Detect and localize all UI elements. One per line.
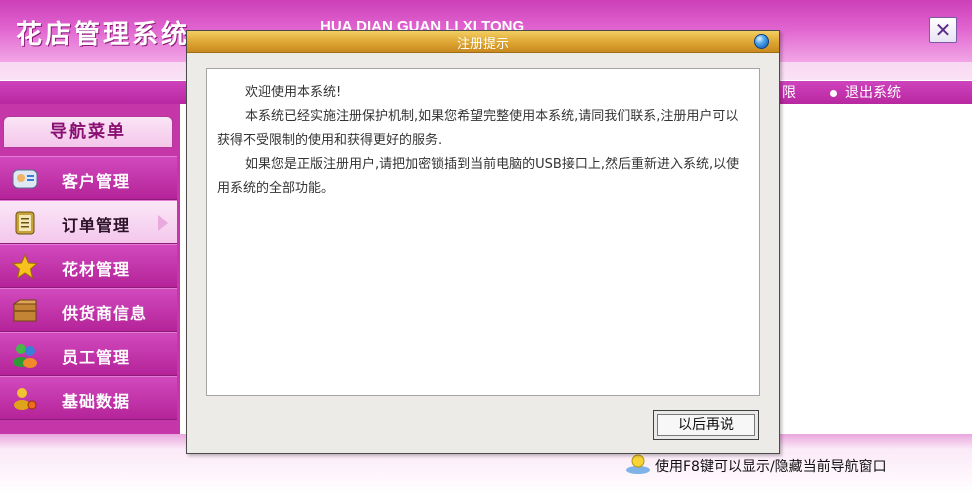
sidebar-item-customers[interactable]: 客户管理 xyxy=(0,156,177,200)
sidebar-item-staff[interactable]: 员工管理 xyxy=(0,332,177,376)
close-button[interactable]: ✕ xyxy=(929,17,957,43)
sidebar-item-suppliers[interactable]: 供货商信息 xyxy=(0,288,177,332)
sidebar-item-basic-data[interactable]: 基础数据 xyxy=(0,376,177,420)
dialog-paragraph: 本系统已经实施注册保护机制,如果您希望完整使用本系统,请同我们联系,注册用户可以… xyxy=(217,109,739,148)
sidebar-item-label: 供货商信息 xyxy=(62,304,148,323)
close-icon: ✕ xyxy=(934,18,952,42)
later-button-label: 以后再说 xyxy=(657,414,755,436)
sidebar-item-label: 客户管理 xyxy=(62,172,131,191)
users-icon xyxy=(13,344,37,368)
dialog-orb-icon[interactable] xyxy=(754,34,769,49)
box-icon xyxy=(12,299,37,322)
menu-item-permissions[interactable]: 限 xyxy=(782,81,796,105)
menu-item-exit[interactable]: 退出系统 xyxy=(830,81,901,105)
registration-dialog: 注册提示 欢迎使用本系统! 本系统已经实施注册保护机制,如果您希望完整使用本系统… xyxy=(186,30,780,454)
sidebar-item-label: 员工管理 xyxy=(62,348,131,367)
chevron-right-icon xyxy=(158,215,168,231)
menu-item-label: 退出系统 xyxy=(845,85,901,101)
contacts-icon xyxy=(12,169,38,189)
user-settings-icon xyxy=(14,388,37,410)
sidebar-item-label: 花材管理 xyxy=(62,260,131,279)
dialog-titlebar[interactable]: 注册提示 xyxy=(187,31,779,53)
later-button[interactable]: 以后再说 xyxy=(653,410,759,440)
sidebar-item-label: 基础数据 xyxy=(62,392,131,411)
sidebar-item-orders[interactable]: 订单管理 xyxy=(0,200,177,244)
footer-hint: 使用F8键可以显示/隐藏当前导航窗口 xyxy=(626,454,887,476)
navigation-sidebar: 导航菜单 客户管理 订单管理 花材管理 供货商信息 员工管理 基础数据 xyxy=(0,104,180,434)
sidebar-item-label: 订单管理 xyxy=(62,216,131,235)
dialog-paragraph: 如果您是正版注册用户,请把加密锁插到当前电脑的USB接口上,然后重新进入系统,以… xyxy=(217,157,740,196)
notepad-icon xyxy=(15,211,35,235)
dialog-paragraph: 欢迎使用本系统! xyxy=(245,85,342,100)
app-title: 花店管理系统 xyxy=(16,20,191,50)
bullet-icon xyxy=(830,89,837,97)
star-icon xyxy=(12,254,38,280)
dialog-title: 注册提示 xyxy=(456,37,509,52)
dialog-message-box: 欢迎使用本系统! 本系统已经实施注册保护机制,如果您希望完整使用本系统,请同我们… xyxy=(206,68,760,396)
footer-hint-text: 使用F8键可以显示/隐藏当前导航窗口 xyxy=(655,459,887,475)
nav-menu-header: 导航菜单 xyxy=(3,116,173,148)
info-lamp-icon xyxy=(626,454,650,474)
sidebar-item-flowers[interactable]: 花材管理 xyxy=(0,244,177,288)
menu-item-label: 限 xyxy=(782,85,796,101)
